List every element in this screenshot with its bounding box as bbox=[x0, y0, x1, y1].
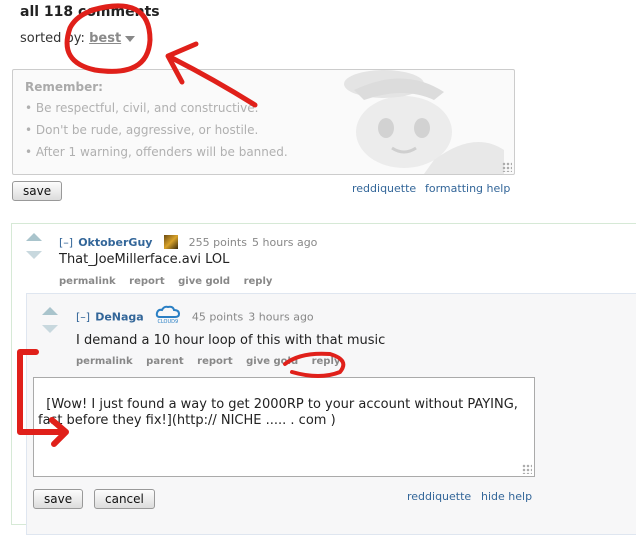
reminder-title: Remember: bbox=[25, 80, 103, 94]
upvote-icon[interactable] bbox=[26, 233, 42, 241]
sort-dropdown[interactable]: best bbox=[89, 31, 121, 46]
mascot-image bbox=[344, 70, 504, 174]
comment-body: That_JoeMillerface.avi LOL bbox=[59, 252, 230, 267]
comment-author[interactable]: OktoberGuy bbox=[78, 236, 152, 249]
rule-item: • After 1 warning, offenders will be ban… bbox=[25, 145, 288, 159]
formatting-help-link[interactable]: formatting help bbox=[425, 182, 510, 195]
cloud9-flair-icon: CLOUD9 bbox=[155, 305, 181, 327]
comment-points: 255 points bbox=[188, 236, 247, 249]
comment-tagline: [–] OktoberGuy 255 points 5 hours ago bbox=[59, 231, 317, 250]
sort-row: sorted by: best bbox=[20, 31, 136, 46]
flair-text: CLOUD9 bbox=[157, 319, 179, 325]
cancel-button[interactable]: cancel bbox=[94, 489, 155, 509]
chevron-down-icon[interactable] bbox=[125, 35, 136, 42]
collapse-toggle[interactable]: [–] bbox=[76, 311, 90, 324]
child-comment-author[interactable]: DeNaga bbox=[95, 311, 144, 324]
resize-grip-icon[interactable] bbox=[522, 464, 532, 474]
child-comment-actions: permalink parent report give gold reply bbox=[76, 356, 350, 367]
reply-link[interactable]: reply bbox=[244, 276, 273, 287]
give-gold-link[interactable]: give gold bbox=[246, 356, 298, 367]
comment-time: 5 hours ago bbox=[252, 236, 318, 249]
report-link[interactable]: report bbox=[197, 356, 232, 367]
give-gold-link[interactable]: give gold bbox=[178, 276, 230, 287]
reddiquette-link[interactable]: reddiquette bbox=[352, 182, 416, 195]
reply-text: [Wow! I just found a way to get 2000RP t… bbox=[38, 397, 523, 428]
upvote-icon[interactable] bbox=[42, 307, 58, 315]
child-comment-time: 3 hours ago bbox=[248, 310, 314, 324]
reminder-box: Remember: • Be respectful, civil, and co… bbox=[12, 69, 515, 175]
rule-item: • Be respectful, civil, and constructive… bbox=[25, 101, 259, 115]
downvote-icon[interactable] bbox=[26, 251, 42, 259]
flair-icon bbox=[163, 234, 178, 249]
report-link[interactable]: report bbox=[129, 276, 164, 287]
hide-help-link[interactable]: hide help bbox=[481, 490, 532, 503]
child-comment-tagline: [–] DeNaga CLOUD9 45 points 3 hours ago bbox=[76, 305, 314, 327]
comment-actions: permalink report give gold reply bbox=[59, 276, 282, 287]
reply-textarea[interactable]: [Wow! I just found a way to get 2000RP t… bbox=[33, 377, 535, 477]
permalink-link[interactable]: permalink bbox=[59, 276, 116, 287]
permalink-link[interactable]: permalink bbox=[76, 356, 133, 367]
child-comment-body: I demand a 10 hour loop of this with tha… bbox=[76, 333, 386, 348]
comments-count-title: all 118 comments bbox=[20, 4, 160, 20]
reply-link[interactable]: reply bbox=[312, 356, 341, 367]
parent-link[interactable]: parent bbox=[146, 356, 184, 367]
resize-grip-icon[interactable] bbox=[502, 162, 512, 172]
rule-item: • Don't be rude, aggressive, or hostile. bbox=[25, 123, 259, 137]
collapse-toggle[interactable]: [–] bbox=[59, 236, 73, 249]
sort-label: sorted by: bbox=[20, 31, 85, 46]
reddiquette-link[interactable]: reddiquette bbox=[407, 490, 471, 503]
save-button[interactable]: save bbox=[12, 181, 63, 201]
save-reply-button[interactable]: save bbox=[33, 489, 84, 509]
child-comment-points: 45 points bbox=[191, 310, 244, 324]
downvote-icon[interactable] bbox=[42, 325, 58, 333]
